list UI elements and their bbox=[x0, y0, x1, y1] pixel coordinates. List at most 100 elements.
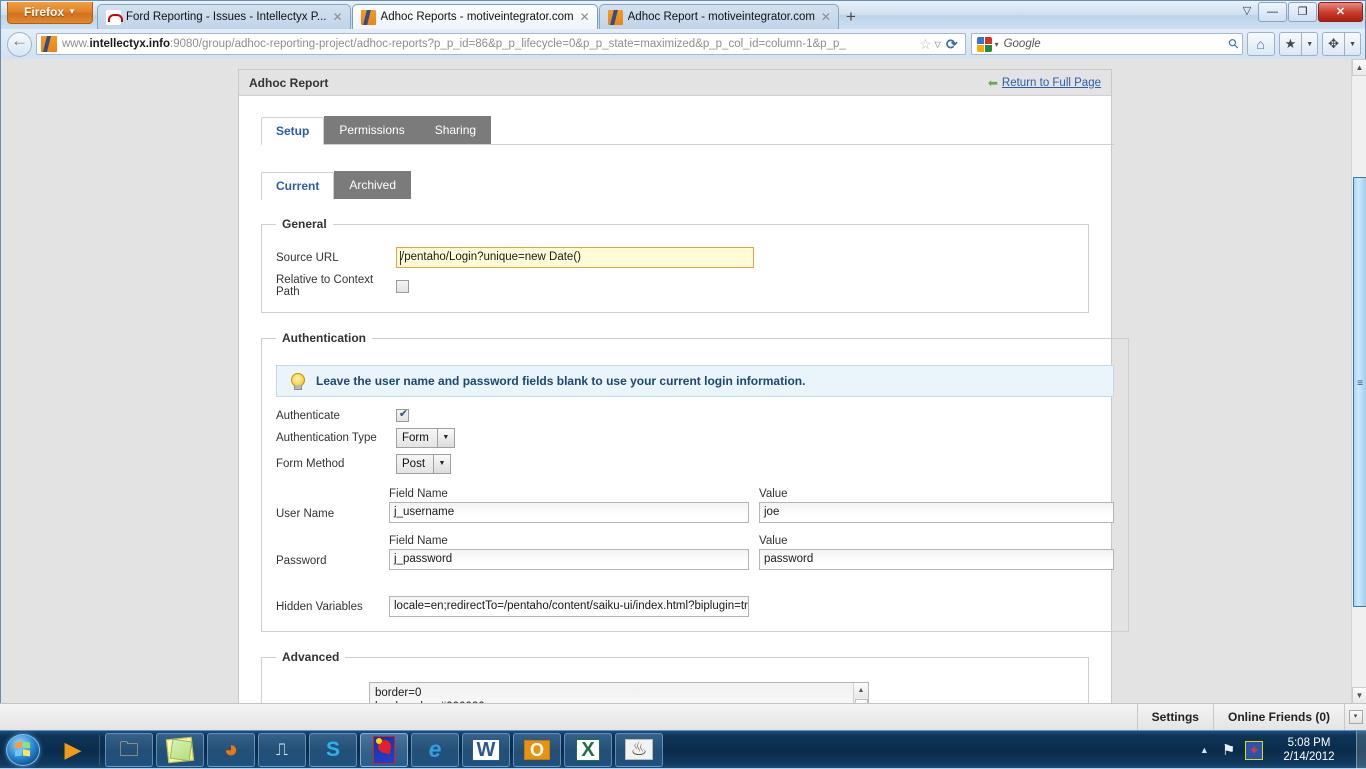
new-tab-button[interactable]: + bbox=[840, 7, 862, 29]
page-scrollbar-thumb[interactable] bbox=[1353, 177, 1366, 607]
search-icon[interactable]: ⚲ bbox=[1225, 35, 1243, 53]
status-bar-collapse-button[interactable]: ▾ bbox=[1344, 704, 1366, 730]
relative-to-context-path-label: Relative to Context Path bbox=[276, 274, 374, 298]
browser-tab-adhoc-reports[interactable]: Adhoc Reports - motiveintegrator.com ✕ bbox=[351, 4, 598, 29]
site-identity-icon bbox=[41, 36, 57, 52]
chevron-down-icon: ▼ bbox=[1306, 40, 1314, 48]
advanced-legend: Advanced bbox=[282, 650, 340, 664]
taskbar-sticky-notes[interactable] bbox=[156, 732, 204, 767]
taskbar-skype[interactable]: S bbox=[309, 732, 357, 767]
tab-title: Adhoc Reports - motiveintegrator.com bbox=[380, 11, 574, 23]
username-value-input[interactable]: joe bbox=[759, 502, 1114, 523]
close-icon[interactable]: ✕ bbox=[821, 10, 831, 24]
tab-permissions[interactable]: Permissions bbox=[324, 116, 420, 144]
scroll-up-icon[interactable]: ▲ bbox=[854, 683, 868, 698]
taskbar-java[interactable]: ♨ bbox=[615, 732, 663, 767]
chevron-down-icon[interactable]: ▽ bbox=[935, 40, 941, 49]
authenticate-row: Authenticate bbox=[276, 407, 1114, 422]
show-hidden-icons-icon[interactable]: ▲ bbox=[1200, 745, 1209, 755]
scroll-up-icon[interactable]: ▲ bbox=[1352, 59, 1366, 76]
password-field-input[interactable]: j_password bbox=[389, 549, 749, 570]
taskbar-firefox[interactable]: ◕ bbox=[207, 732, 255, 767]
tab-setup[interactable]: Setup bbox=[261, 117, 325, 145]
authentication-type-select[interactable]: Form ▼ bbox=[396, 428, 455, 448]
excel-icon: X bbox=[576, 738, 600, 761]
firefox-window: Firefox ▼ Ford Reporting - Issues - Intel… bbox=[0, 0, 1366, 704]
restore-button[interactable]: ❐ bbox=[1288, 2, 1317, 22]
taskbar-windows-media-player[interactable]: ▶ bbox=[49, 733, 97, 767]
back-button[interactable] bbox=[7, 31, 32, 57]
primary-tabs: Setup Permissions Sharing bbox=[261, 116, 1115, 145]
page-scrollbar[interactable]: ▲ ▼ bbox=[1351, 59, 1366, 704]
password-row: Password Field Name j_password Value pas… bbox=[276, 535, 1114, 580]
start-button[interactable] bbox=[2, 732, 46, 768]
report-app-icon: ⎍ bbox=[276, 740, 288, 759]
form-method-row: Form Method Post ▼ bbox=[276, 454, 1114, 474]
source-url-label: Source URL bbox=[276, 251, 339, 264]
password-label: Password bbox=[276, 555, 327, 567]
scroll-down-icon[interactable]: ▼ bbox=[1352, 687, 1366, 704]
taskbar-microsoft-outlook[interactable]: O bbox=[513, 732, 561, 767]
close-icon[interactable]: ✕ bbox=[580, 10, 590, 24]
word-icon: W bbox=[471, 738, 501, 761]
return-to-full-page-link[interactable]: ⬅ Return to Full Page bbox=[988, 76, 1101, 90]
taskbar-microsoft-excel[interactable]: X bbox=[564, 732, 612, 767]
settings-button[interactable]: Settings bbox=[1136, 704, 1213, 730]
html-attributes-row: HTML Attributes border=0 bordercolor=#00… bbox=[276, 682, 1074, 704]
firefox-menu-label: Firefox bbox=[24, 5, 65, 19]
outlook-icon: O bbox=[523, 739, 550, 760]
back-arrow-icon: ⬅ bbox=[987, 75, 998, 90]
online-friends-button[interactable]: Online Friends (0) bbox=[1212, 704, 1344, 730]
form-method-select[interactable]: Post ▼ bbox=[396, 454, 452, 474]
browser-tab-adhoc-report[interactable]: Adhoc Report - motiveintegrator.com ✕ bbox=[598, 4, 839, 29]
html-attributes-textarea[interactable]: border=0 bordercolor=#000000 frameborder… bbox=[369, 682, 869, 704]
minimize-button[interactable]: — bbox=[1258, 2, 1287, 22]
chevron-down-icon: ▼ bbox=[436, 429, 454, 447]
address-bar[interactable]: www.intellectyx.info:9080/group/adhoc-re… bbox=[36, 33, 966, 55]
addon-button[interactable]: ✥ ▼ bbox=[1322, 32, 1361, 56]
relative-context-row: Relative to Context Path bbox=[276, 274, 1074, 298]
authenticate-label: Authenticate bbox=[276, 409, 340, 422]
close-window-button[interactable]: ✕ bbox=[1318, 2, 1363, 22]
bookmark-star-icon[interactable]: ☆ bbox=[919, 36, 932, 53]
tab-list-dropdown-icon[interactable]: ▽ bbox=[1237, 2, 1257, 22]
firefox-menu-button[interactable]: Firefox ▼ bbox=[7, 2, 93, 24]
password-value-input[interactable]: password bbox=[759, 549, 1114, 570]
close-icon[interactable]: ✕ bbox=[332, 10, 342, 24]
bookmark-star-icon: ★ bbox=[1284, 36, 1297, 51]
chevron-down-icon[interactable]: ▾ bbox=[995, 40, 999, 49]
window-controls: ▽ — ❐ ✕ bbox=[1236, 2, 1363, 22]
taskbar-microsoft-word[interactable]: W bbox=[462, 732, 510, 767]
browser-tab-ford-reporting[interactable]: Ford Reporting - Issues - Intellectyx P.… bbox=[97, 4, 351, 29]
taskbar-reporting-app[interactable]: ⎍ bbox=[258, 732, 306, 767]
taskbar-clock[interactable]: 5:08 PM 2/14/2012 bbox=[1268, 736, 1350, 764]
show-desktop-button[interactable] bbox=[1356, 731, 1366, 769]
system-tray: ▲ ⚑ ✦ 5:08 PM 2/14/2012 bbox=[1192, 731, 1366, 769]
taskbar-internet-explorer[interactable]: e bbox=[411, 732, 459, 767]
bookmarks-button[interactable]: ★ ▼ bbox=[1278, 32, 1319, 56]
chevron-down-icon: ▼ bbox=[68, 7, 76, 16]
reload-icon[interactable]: ⟳ bbox=[946, 36, 958, 53]
search-input[interactable]: Google bbox=[1004, 38, 1229, 50]
tab-archived[interactable]: Archived bbox=[334, 171, 412, 199]
source-url-row: Source URL /pentaho/Login?unique=new Dat… bbox=[276, 247, 1074, 268]
chevron-down-icon: ▼ bbox=[433, 455, 451, 473]
username-field-input[interactable]: j_username bbox=[389, 502, 749, 523]
action-center-flag-icon[interactable]: ⚑ bbox=[1222, 741, 1235, 759]
hidden-variables-input[interactable]: locale=en;redirectTo=/pentaho/content/sa… bbox=[389, 596, 749, 617]
tab-current[interactable]: Current bbox=[261, 172, 335, 200]
tab-sharing[interactable]: Sharing bbox=[419, 116, 492, 144]
authenticate-checkbox[interactable] bbox=[396, 407, 410, 422]
address-bar-actions: ☆ ▽ ⟳ bbox=[916, 36, 962, 53]
home-button[interactable]: ⌂ bbox=[1246, 32, 1275, 56]
search-bar[interactable]: ▾ Google ⚲ bbox=[970, 33, 1243, 55]
authentication-section: Authentication Leave the user name and p… bbox=[261, 331, 1129, 632]
folder-icon: 🗀 bbox=[119, 738, 139, 761]
source-url-input[interactable]: /pentaho/Login?unique=new Date() bbox=[396, 247, 754, 268]
relative-to-context-path-checkbox[interactable] bbox=[396, 279, 409, 293]
textarea-scrollbar[interactable]: ▲ ▼ bbox=[853, 683, 868, 704]
taskbar-windows-explorer[interactable]: 🗀 bbox=[105, 732, 153, 767]
tray-app-icon[interactable]: ✦ bbox=[1245, 740, 1263, 760]
address-bar-text: www.intellectyx.info:9080/group/adhoc-re… bbox=[62, 38, 846, 50]
taskbar-paint-app[interactable] bbox=[360, 732, 408, 767]
